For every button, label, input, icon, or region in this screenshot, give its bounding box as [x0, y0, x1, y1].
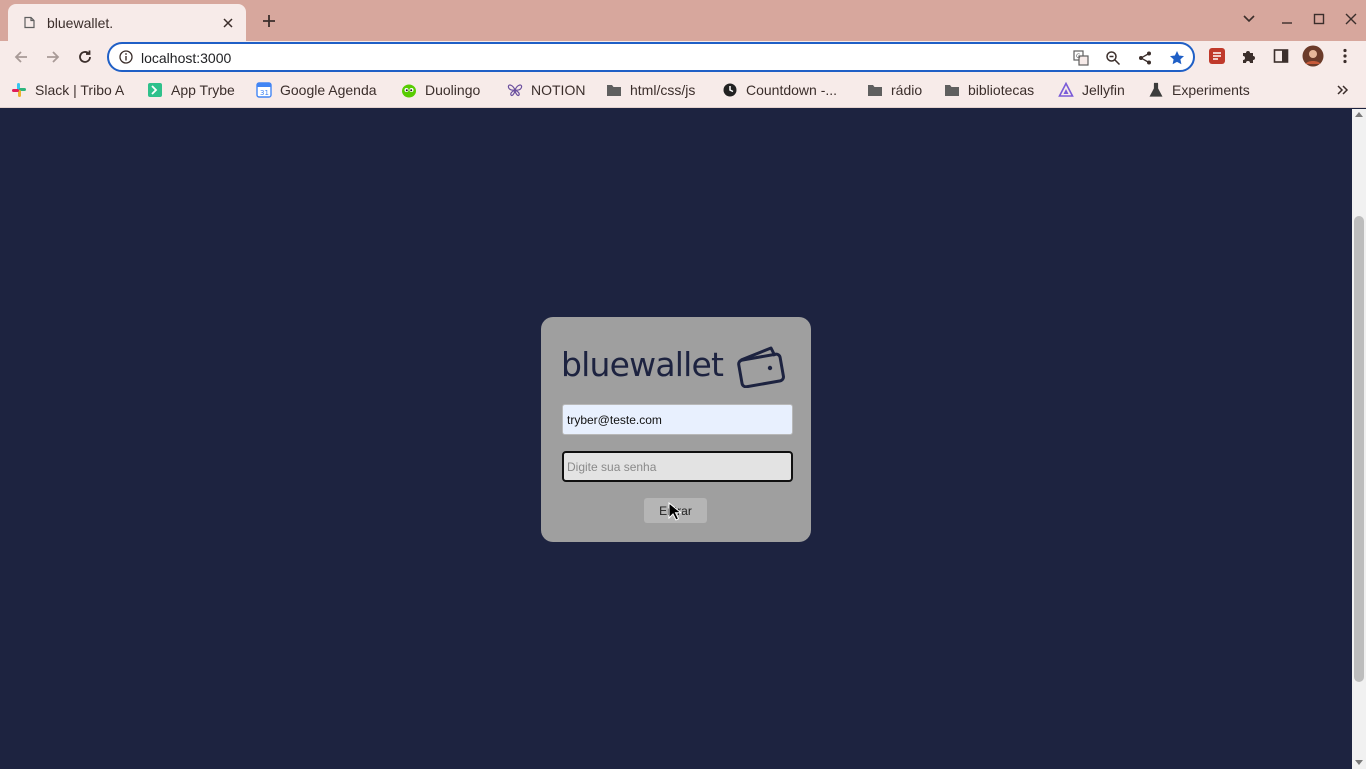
jellyfin-icon	[1058, 82, 1074, 98]
scroll-down-arrow-icon[interactable]	[1355, 760, 1363, 765]
browser-toolbar: localhost:3000 G	[0, 41, 1366, 73]
duolingo-icon	[401, 82, 417, 98]
more-bookmarks-icon[interactable]	[1334, 81, 1352, 99]
bookmark-google-agenda[interactable]: 31 Google Agenda	[256, 80, 377, 100]
new-tab-button[interactable]	[258, 10, 280, 32]
page-icon	[22, 16, 36, 30]
maximize-icon[interactable]	[1306, 8, 1332, 30]
bookmarks-bar: Slack | Tribo A App Trybe 31 Google Agen…	[0, 73, 1366, 108]
page-viewport: bluewallet Entrar	[0, 109, 1352, 769]
back-icon[interactable]	[9, 45, 33, 69]
tab-strip: bluewallet.	[0, 0, 1366, 41]
email-field[interactable]	[562, 404, 793, 435]
butterfly-icon	[507, 82, 523, 98]
bookmark-slack[interactable]: Slack | Tribo A	[11, 80, 124, 100]
folder-icon	[867, 82, 883, 98]
bookmark-star-icon[interactable]	[1167, 48, 1187, 68]
site-info-icon[interactable]	[118, 49, 134, 65]
menu-kebab-icon[interactable]	[1334, 45, 1356, 67]
close-window-icon[interactable]	[1338, 8, 1364, 30]
tab-bluewallet[interactable]: bluewallet.	[8, 4, 246, 41]
translate-icon[interactable]: G	[1071, 48, 1091, 68]
profile-avatar[interactable]	[1302, 45, 1324, 67]
wallet-icon	[737, 346, 785, 388]
scroll-up-arrow-icon[interactable]	[1355, 112, 1363, 117]
folder-icon	[606, 82, 622, 98]
zoom-icon[interactable]	[1103, 48, 1123, 68]
page-scrollbar[interactable]	[1352, 109, 1366, 769]
svg-text:31: 31	[260, 89, 269, 97]
svg-text:G: G	[1076, 53, 1081, 60]
side-panel-icon[interactable]	[1270, 45, 1292, 67]
slack-icon	[11, 82, 27, 98]
password-field[interactable]	[562, 451, 793, 482]
scroll-thumb[interactable]	[1354, 216, 1364, 682]
forward-icon[interactable]	[41, 45, 65, 69]
reload-icon[interactable]	[73, 45, 97, 69]
countdown-icon	[722, 82, 738, 98]
bookmark-notion[interactable]: NOTION	[507, 80, 585, 100]
minimize-icon[interactable]	[1274, 8, 1300, 30]
bookmark-folder-html-css-js[interactable]: html/css/js	[606, 80, 695, 100]
bookmark-app-trybe[interactable]: App Trybe	[147, 80, 235, 100]
address-bar[interactable]: localhost:3000 G	[107, 42, 1195, 72]
bookmark-folder-bibliotecas[interactable]: bibliotecas	[944, 80, 1034, 100]
close-tab-icon[interactable]	[220, 15, 236, 31]
share-icon[interactable]	[1135, 48, 1155, 68]
enter-button[interactable]: Entrar	[644, 498, 707, 523]
calendar-icon: 31	[256, 82, 272, 98]
tab-title: bluewallet.	[47, 14, 114, 31]
url-text: localhost:3000	[141, 50, 232, 66]
tab-search-icon[interactable]	[1236, 8, 1262, 30]
bookmark-experiments[interactable]: Experiments	[1148, 80, 1250, 100]
logo-text: bluewallet	[561, 345, 724, 384]
bookmark-folder-radio[interactable]: rádio	[867, 80, 922, 100]
extension-red-icon[interactable]	[1206, 45, 1228, 67]
folder-icon	[944, 82, 960, 98]
flask-icon	[1148, 82, 1164, 98]
bookmark-jellyfin[interactable]: Jellyfin	[1058, 80, 1125, 100]
bookmark-countdown[interactable]: Countdown -...	[722, 80, 837, 100]
trybe-icon	[147, 82, 163, 98]
login-card: bluewallet Entrar	[541, 317, 811, 542]
extensions-puzzle-icon[interactable]	[1238, 45, 1260, 67]
bookmark-duolingo[interactable]: Duolingo	[401, 80, 480, 100]
